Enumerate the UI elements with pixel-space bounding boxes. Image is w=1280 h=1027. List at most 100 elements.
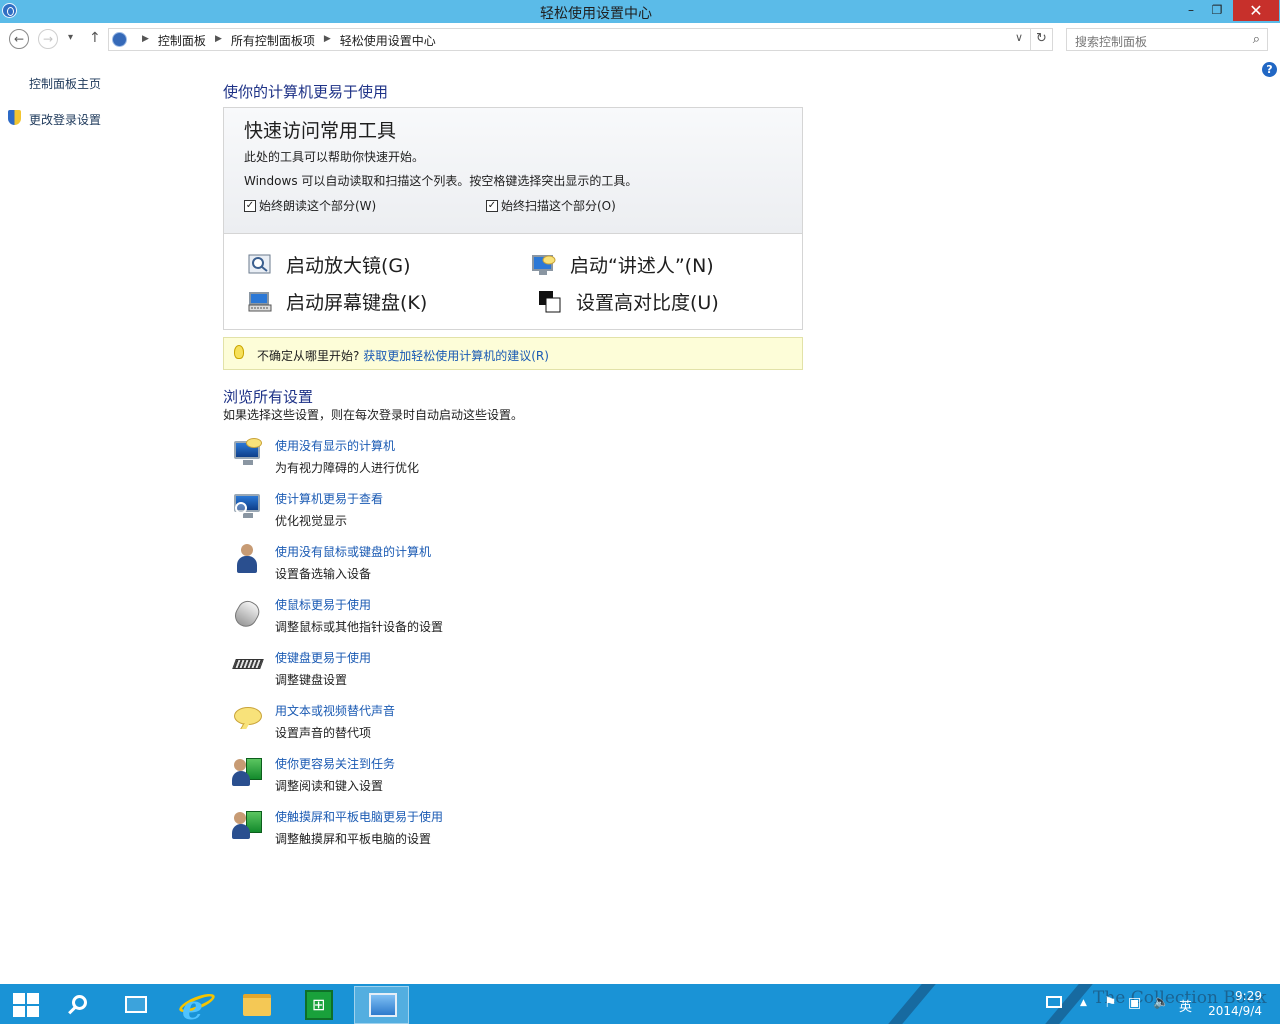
magnifier-icon: [248, 253, 272, 277]
start-magnifier-button[interactable]: 启动放大镜(G): [248, 251, 411, 278]
mouse-icon: [230, 596, 264, 631]
control-panel-icon: [369, 993, 397, 1017]
breadcrumb-control-panel[interactable]: 控制面板: [158, 32, 206, 49]
action-center-icon[interactable]: [1046, 996, 1062, 1008]
clock[interactable]: 9:29 2014/9/4: [1202, 989, 1262, 1019]
on-screen-keyboard-icon: [248, 290, 272, 314]
minimize-button[interactable]: –: [1180, 0, 1202, 21]
setting-link[interactable]: 使你更容易关注到任务: [275, 755, 395, 772]
setting-link[interactable]: 使键盘更易于使用: [275, 649, 371, 666]
high-contrast-icon: [538, 290, 562, 314]
setting-link[interactable]: 使鼠标更易于使用: [275, 596, 371, 613]
set-high-contrast-button[interactable]: 设置高对比度(U): [538, 288, 719, 315]
touch-tablet-icon: [232, 808, 264, 840]
search-icon[interactable]: ⌕: [1253, 32, 1260, 47]
up-button[interactable]: ↑: [89, 30, 101, 46]
speech-bubble-icon: [232, 702, 264, 734]
search-box[interactable]: 搜索控制面板 ⌕: [1066, 28, 1268, 51]
address-bar[interactable]: ▶ 控制面板 ▶ 所有控制面板项 ▶ 轻松使用设置中心 ∨ ↻: [108, 28, 1053, 51]
input-language-indicator[interactable]: 英: [1179, 996, 1192, 1015]
setting-description: 调整鼠标或其他指针设备的设置: [275, 620, 444, 634]
browse-settings-heading: 浏览所有设置: [223, 388, 314, 406]
taskbar-file-explorer[interactable]: [231, 986, 286, 1024]
refresh-button[interactable]: ↻: [1030, 29, 1052, 50]
start-narrator-button[interactable]: 启动“讲述人”(N): [532, 251, 714, 278]
taskbar: e: [0, 984, 1280, 1027]
quick-access-header: 快速访问常用工具 此处的工具可以帮助你快速开始。 Windows 可以自动读取和…: [224, 108, 802, 234]
quick-access-scan-description: Windows 可以自动读取和扫描这个列表。按空格键选择突出显示的工具。: [244, 174, 638, 188]
setting-link[interactable]: 使计算机更易于查看: [275, 490, 383, 507]
quick-access-title: 快速访问常用工具: [244, 120, 397, 142]
setting-description: 为有视力障碍的人进行优化: [275, 461, 420, 475]
navigation-bar: ← → ▾ ↑ ▶ 控制面板 ▶ 所有控制面板项 ▶ 轻松使用设置中心 ∨ ↻ …: [0, 24, 1280, 56]
back-button[interactable]: ←: [9, 29, 29, 49]
store-icon: [305, 990, 333, 1020]
setting-item-alt-input: 使用没有鼠标或键盘的计算机 设置备选输入设备: [232, 543, 632, 587]
setting-item-easier-to-see: 使计算机更易于查看 优化视觉显示: [232, 490, 632, 534]
setting-description: 设置声音的替代项: [275, 726, 372, 740]
quick-access-panel: 快速访问常用工具 此处的工具可以帮助你快速开始。 Windows 可以自动读取和…: [223, 107, 803, 330]
sidebar-item-change-sign-in[interactable]: 更改登录设置: [29, 111, 101, 128]
forward-button[interactable]: →: [38, 29, 58, 49]
setting-description: 优化视觉显示: [275, 514, 348, 528]
restore-button[interactable]: ❐: [1206, 0, 1228, 21]
alt-input-icon: [232, 543, 264, 575]
help-icon[interactable]: ?: [1262, 62, 1277, 77]
clock-date: 2014/9/4: [1208, 1004, 1262, 1018]
control-panel-icon: [112, 32, 127, 47]
taskbar-internet-explorer[interactable]: e: [170, 986, 225, 1027]
close-button[interactable]: ✕: [1233, 0, 1279, 21]
setting-link[interactable]: 使触摸屏和平板电脑更易于使用: [275, 808, 443, 825]
network-icon[interactable]: ▣: [1128, 995, 1141, 1011]
checkbox-checked-icon[interactable]: ✓: [244, 199, 256, 212]
setting-item-mouse: 使鼠标更易于使用 调整鼠标或其他指针设备的设置: [230, 596, 632, 640]
taskbar-search-button[interactable]: [55, 986, 110, 1024]
taskbar-control-panel[interactable]: [354, 986, 409, 1024]
keyboard-icon: [232, 649, 264, 681]
search-input[interactable]: 搜索控制面板: [1075, 33, 1147, 50]
tip-text: 不确定从哪里开始?: [257, 349, 360, 363]
lightbulb-icon: [234, 345, 244, 359]
breadcrumb: ▶ 控制面板 ▶ 所有控制面板项 ▶ 轻松使用设置中心: [142, 32, 436, 49]
volume-icon[interactable]: 🔈: [1153, 995, 1169, 1010]
start-button[interactable]: [0, 986, 55, 1024]
start-on-screen-keyboard-button[interactable]: 启动屏幕键盘(K): [248, 288, 427, 315]
always-scan-checkbox[interactable]: ✓ 始终扫描这个部分(O): [486, 197, 616, 214]
address-dropdown-button[interactable]: ∨: [1015, 31, 1023, 44]
setting-item-focus-tasks: 使你更容易关注到任务 调整阅读和键入设置: [232, 755, 632, 799]
sidebar-item-control-panel-home[interactable]: 控制面板主页: [29, 75, 101, 92]
get-recommendations-link[interactable]: 获取更加轻松使用计算机的建议(R): [363, 349, 549, 363]
browse-settings-description: 如果选择这些设置，则在每次登录时自动启动这些设置。: [223, 408, 524, 422]
setting-item-keyboard: 使键盘更易于使用 调整键盘设置: [232, 649, 632, 693]
folder-icon: [243, 994, 271, 1016]
no-display-icon: [232, 437, 264, 469]
setting-link[interactable]: 使用没有显示的计算机: [275, 437, 395, 454]
clock-time: 9:29: [1235, 989, 1262, 1003]
always-read-checkbox[interactable]: ✓ 始终朗读这个部分(W): [244, 197, 376, 214]
setting-item-touch-tablet: 使触摸屏和平板电脑更易于使用 调整触摸屏和平板电脑的设置: [232, 808, 632, 852]
setting-link[interactable]: 用文本或视频替代声音: [275, 702, 395, 719]
show-hidden-icons-button[interactable]: ▲: [1080, 998, 1087, 1008]
page-title: 使你的计算机更易于使用: [223, 83, 389, 101]
search-icon: [72, 995, 87, 1010]
setting-description: 调整阅读和键入设置: [275, 779, 384, 793]
easier-to-see-icon: [232, 490, 264, 522]
recent-locations-dropdown[interactable]: ▾: [68, 32, 73, 43]
focus-tasks-icon: [232, 755, 264, 787]
breadcrumb-all-items[interactable]: 所有控制面板项: [231, 32, 315, 49]
breadcrumb-ease-of-access[interactable]: 轻松使用设置中心: [340, 32, 436, 49]
checkbox-checked-icon[interactable]: ✓: [486, 199, 498, 212]
flag-icon[interactable]: ⚑: [1104, 995, 1117, 1011]
taskbar-store[interactable]: [292, 986, 347, 1024]
task-view-icon: [125, 996, 147, 1013]
setting-link[interactable]: 使用没有鼠标或键盘的计算机: [275, 543, 431, 560]
tip-bar: 不确定从哪里开始? 获取更加轻松使用计算机的建议(R): [223, 337, 803, 370]
setting-description: 设置备选输入设备: [275, 567, 372, 581]
window-title: 轻松使用设置中心: [540, 6, 652, 22]
narrator-icon: [532, 253, 556, 277]
setting-description: 调整键盘设置: [275, 673, 348, 687]
title-bar: 轻松使用设置中心 – ❐ ✕: [0, 0, 1280, 23]
task-view-button[interactable]: [110, 986, 165, 1024]
windows-logo-icon: [13, 993, 39, 1017]
uac-shield-icon: [8, 110, 21, 125]
